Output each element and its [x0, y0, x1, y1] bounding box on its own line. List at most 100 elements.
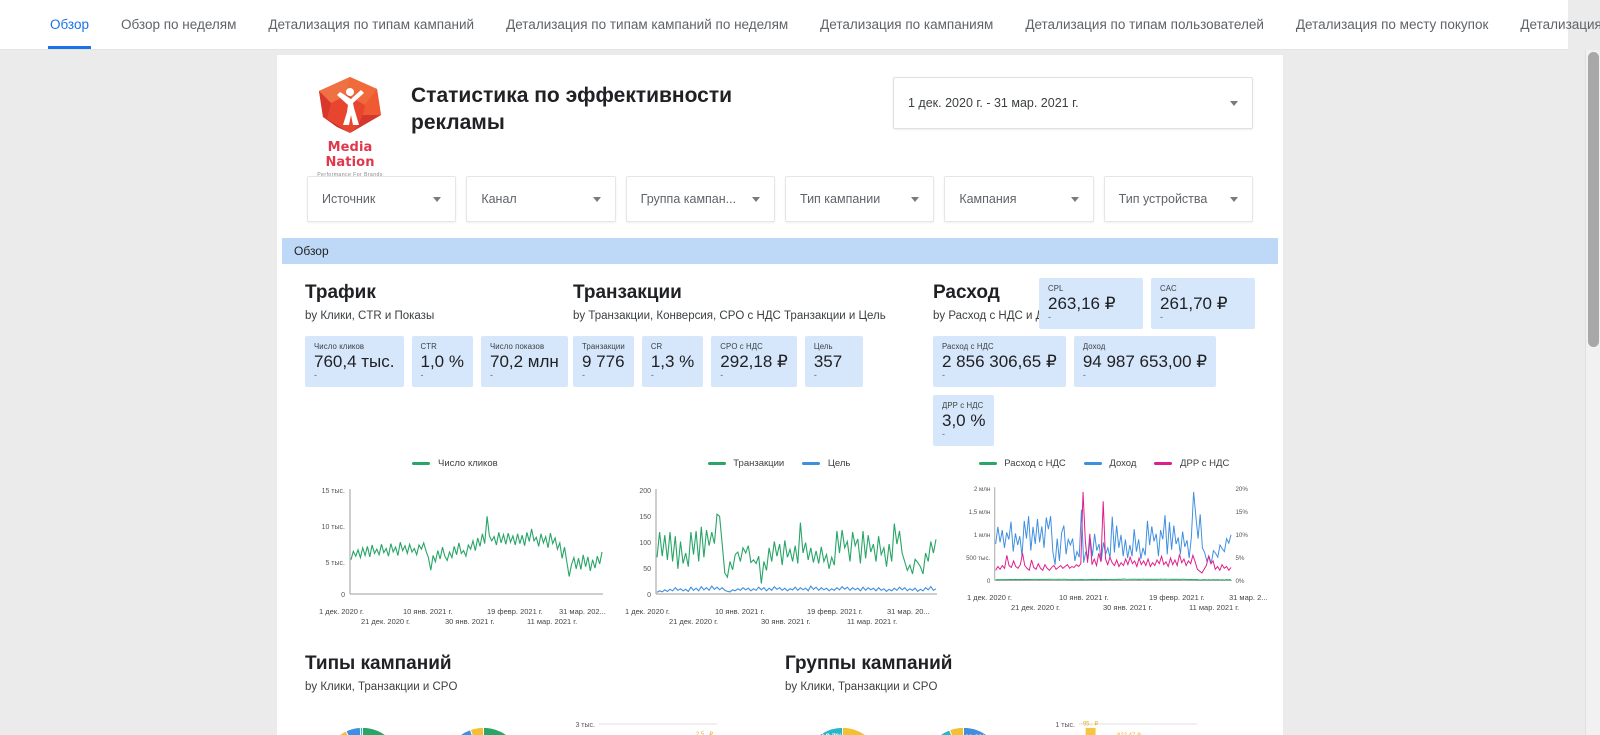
pie-slice	[346, 727, 361, 735]
kpi-value: 70,2 млн	[490, 352, 559, 372]
kpi-goal: Цель 357 -	[805, 336, 863, 387]
tab-transactions-sales[interactable]: Детализация по транзакциям и объемам про…	[1504, 0, 1600, 49]
vertical-scrollbar[interactable]	[1585, 50, 1600, 735]
spend-tiles: Расход с НДС 2 856 306,65 ₽ - Доход 94 9…	[933, 336, 1255, 446]
legend-item-revenue: Доход	[1084, 458, 1137, 469]
kpi-clicks: Число кликов 760,4 тыс. -	[305, 336, 404, 387]
pie-slice	[950, 727, 964, 735]
kpi-value: 1,3 %	[651, 352, 694, 372]
xtick: 30 янв. 2021 г.	[761, 617, 810, 626]
tab-label: Детализация по типам кампаний	[268, 17, 474, 32]
donut-campaign-groups-clicks: 14,9%8,8%29%24,3%14,4%8,7%	[785, 709, 900, 735]
legend-swatch	[1084, 462, 1102, 465]
report-header: Media Nation Performance For Brands Стат…	[277, 55, 1283, 200]
kpi-label: CTR	[421, 342, 464, 351]
xtick: 1 дек. 2020 г.	[967, 593, 1012, 602]
ytick-3: 150	[639, 514, 651, 521]
logo-tagline: Performance For Brands	[307, 172, 393, 178]
kpi-delta: -	[1083, 372, 1207, 378]
line-charts-row: Число кликов 15 тыс. 10 тыс. 5 тыс. 0 1 …	[277, 446, 1283, 639]
pie-slice	[470, 727, 483, 735]
kpi-value: 2 856 306,65 ₽	[942, 352, 1057, 372]
ytick-3: 3 тыс.	[575, 722, 595, 729]
kpi-cpl: CPL 263,16 ₽ -	[1039, 278, 1143, 329]
bar-data-label: 822,47 ₽	[1117, 731, 1141, 735]
kpi-revenue: Доход 94 987 653,00 ₽ -	[1074, 336, 1216, 387]
xtick: 19 февр. 2021 г.	[1149, 593, 1205, 602]
kpi-label: Цель	[814, 342, 854, 351]
kpi-label: Число кликов	[314, 342, 395, 351]
xtick: 11 мар. 2021 г.	[847, 617, 897, 626]
media-nation-logo-icon	[317, 75, 383, 137]
tab-label: Детализация по транзакциям и объемам про…	[1520, 17, 1600, 32]
kpi-value: 94 987 653,00 ₽	[1083, 352, 1207, 372]
kpi-label: Доход	[1083, 342, 1207, 351]
ytick-2: 1 тыс.	[1055, 722, 1075, 729]
tab-bar: Обзор Обзор по неделям Детализация по ти…	[0, 0, 1568, 50]
xtick: 19 февр. 2021 г.	[807, 607, 863, 616]
campaign-types-title: Типы кампаний	[305, 653, 775, 675]
kpi-delta: -	[1160, 314, 1246, 320]
transactions-subtitle: by Транзакции, Конверсия, CPO с НДС Тран…	[573, 310, 933, 322]
legend-swatch	[802, 462, 820, 465]
tab-campaign-types[interactable]: Детализация по типам кампаний	[252, 0, 490, 49]
section-band-overview: Обзор	[282, 238, 1278, 264]
kpi-delta: -	[314, 372, 395, 378]
xtick: 11 мар. 2021 г.	[1189, 603, 1239, 612]
kpi-label: CR	[651, 342, 694, 351]
ytick-left-2: 1 млн	[974, 532, 990, 539]
page-title: Статистика по эффективности рекламы	[411, 69, 741, 137]
tab-campaigns[interactable]: Детализация по кампаниям	[804, 0, 1009, 49]
logo-wordmark: Media Nation	[307, 140, 393, 170]
ytick-right-1: 5%	[1235, 555, 1244, 562]
kpi-drr-vat: ДРР с НДС 3,0 % -	[933, 395, 994, 446]
xtick: 21 дек. 2020 г.	[669, 617, 718, 626]
traffic-chart: Число кликов 15 тыс. 10 тыс. 5 тыс. 0 1 …	[305, 458, 605, 629]
traffic-tiles: Число кликов 760,4 тыс. - CTR 1,0 % - Чи…	[305, 336, 573, 387]
kpi-cpo: CPO с НДС 292,18 ₽ -	[711, 336, 797, 387]
legend-label: Число кликов	[438, 458, 498, 469]
kpi-value: 357	[814, 352, 854, 372]
tab-obzor-po-nedelyam[interactable]: Обзор по неделям	[105, 0, 252, 49]
date-range-picker[interactable]: 1 дек. 2020 г. - 31 мар. 2021 г.	[893, 77, 1253, 129]
ytick-2: 10 тыс.	[322, 524, 345, 531]
xtick: 31 мар. 2...	[1229, 593, 1268, 602]
kpi-delta: -	[582, 372, 625, 378]
ytick-left-0: 0	[987, 578, 991, 585]
legend-item-transactions: Транзакции	[708, 458, 785, 469]
kpi-value: 261,70 ₽	[1160, 294, 1246, 314]
ytick-right-3: 15%	[1235, 509, 1248, 516]
tab-user-types[interactable]: Детализация по типам пользователей	[1009, 0, 1280, 49]
scrollbar-thumb[interactable]	[1588, 52, 1599, 347]
bar-campaign-types-cpo: 3 тыс. 2 тыс. 1 тыс. 0 830,19 ₽3,07 ₽375…	[551, 711, 719, 735]
legend-label: Цель	[828, 458, 851, 469]
kpi-label: CAC	[1160, 284, 1246, 293]
ytick-left-1: 500 тыс.	[966, 555, 990, 562]
kpi-delta: -	[942, 431, 985, 437]
xtick: 21 дек. 2020 г.	[1011, 603, 1060, 612]
traffic-line-svg: 15 тыс. 10 тыс. 5 тыс. 0	[305, 473, 605, 601]
kpi-label: CPL	[1048, 284, 1134, 293]
kpi-cr: CR 1,3 % -	[642, 336, 703, 387]
legend-label: Расход с НДС	[1004, 458, 1066, 469]
ytick-1: 50	[643, 566, 651, 573]
tab-campaign-types-weekly[interactable]: Детализация по типам кампаний по неделям	[490, 0, 804, 49]
spend-chart-legend: Расход с НДС Доход ДРР с НДС	[953, 458, 1255, 469]
ytick-1: 5 тыс.	[325, 560, 345, 567]
tab-label: Детализация по типам пользователей	[1025, 17, 1264, 32]
tab-purchase-place[interactable]: Детализация по месту покупок	[1280, 0, 1505, 49]
spend-section: Расход by Расход с НДС и Доход CPL 263,1…	[933, 282, 1255, 446]
kpi-label: Число показов	[490, 342, 559, 351]
legend-label: Транзакции	[733, 458, 784, 469]
campaign-groups-charts: 14,9%8,8%29%24,3%14,4%8,7% 11,9%22,5%19,…	[785, 709, 1255, 735]
kpi-label: Транзакции	[582, 342, 625, 351]
kpi-delta: -	[720, 372, 788, 378]
tab-label: Детализация по кампаниям	[820, 17, 993, 32]
legend-swatch	[1154, 462, 1172, 465]
kpi-value: 9 776	[582, 352, 625, 372]
ytick-left-3: 1,5 млн	[969, 509, 991, 516]
kpi-delta: -	[651, 372, 694, 378]
tab-obzor[interactable]: Обзор	[34, 0, 105, 49]
kpi-value: 3,0 %	[942, 411, 985, 431]
traffic-chart-legend: Число кликов	[305, 458, 605, 469]
